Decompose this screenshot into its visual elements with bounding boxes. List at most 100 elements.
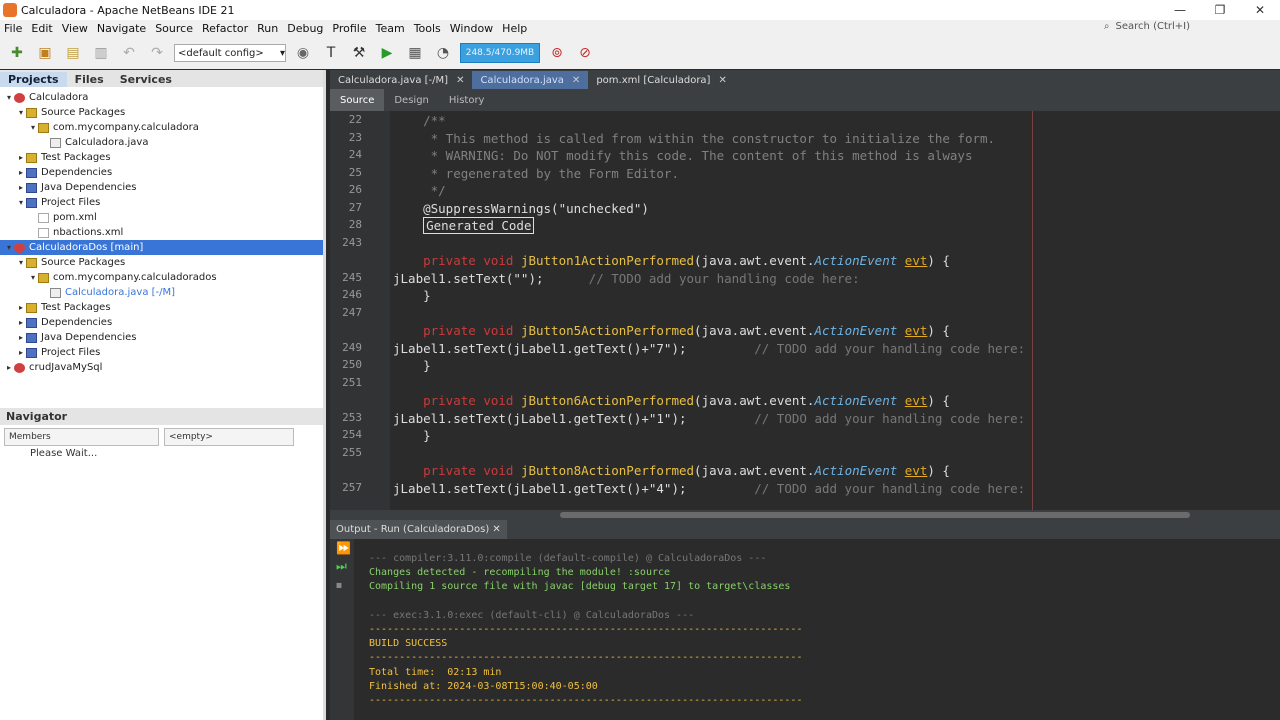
new-project-icon[interactable]: ▣ bbox=[34, 42, 56, 64]
profile-icon[interactable]: ◔ bbox=[432, 42, 454, 64]
code-line[interactable]: private void jButton8ActionPerformed(jav… bbox=[393, 463, 950, 478]
code-line[interactable]: @SuppressWarnings("unchecked") bbox=[393, 201, 649, 216]
menu-edit[interactable]: Edit bbox=[27, 22, 57, 35]
code-line[interactable]: } bbox=[393, 288, 431, 303]
code-line[interactable]: } bbox=[393, 428, 431, 443]
tree-item[interactable]: ▸ Dependencies bbox=[0, 315, 323, 330]
gc-icon[interactable]: ⊚ bbox=[546, 42, 568, 64]
expand-toggle-icon[interactable]: ▾ bbox=[4, 93, 14, 102]
expand-toggle-icon[interactable]: ▸ bbox=[16, 318, 26, 327]
code-line[interactable]: jLabel1.setText(jLabel1.getText()+"4"); … bbox=[393, 481, 1025, 496]
output-panel[interactable]: ⏩ ⏭ ⏹ --- compiler:3.11.0:compile (defau… bbox=[330, 539, 1280, 720]
build-icon[interactable]: T bbox=[320, 42, 342, 64]
menu-profile[interactable]: Profile bbox=[328, 22, 371, 35]
menu-view[interactable]: View bbox=[58, 22, 93, 35]
menu-help[interactable]: Help bbox=[498, 22, 532, 35]
tab-files[interactable]: Files bbox=[67, 72, 112, 87]
tree-item[interactable]: ▸ Java Dependencies bbox=[0, 330, 323, 345]
menu-run[interactable]: Run bbox=[253, 22, 283, 35]
open-project-icon[interactable]: ▤ bbox=[62, 42, 84, 64]
expand-toggle-icon[interactable]: ▸ bbox=[16, 303, 26, 312]
close-tab-icon[interactable]: ✕ bbox=[456, 75, 464, 86]
rerun-icon[interactable]: ⏩ bbox=[330, 539, 354, 557]
code-line[interactable]: Generated Code bbox=[393, 217, 535, 234]
run-icon[interactable]: ▶ bbox=[376, 42, 398, 64]
tree-item[interactable]: ▸ Project Files bbox=[0, 345, 323, 360]
tree-item[interactable]: ▾ Calculadora bbox=[0, 90, 323, 105]
debug-icon[interactable]: ▦ bbox=[404, 42, 426, 64]
design-mode-button[interactable]: Design bbox=[384, 95, 439, 106]
history-mode-button[interactable]: History bbox=[439, 95, 495, 106]
quick-search[interactable]: ⌕ Search (Ctrl+I) bbox=[1104, 21, 1190, 32]
expand-toggle-icon[interactable]: ▾ bbox=[16, 108, 26, 117]
tree-item[interactable]: ▸ crudJavaMySql bbox=[0, 360, 323, 375]
expand-toggle-icon[interactable]: ▾ bbox=[16, 198, 26, 207]
maximize-button[interactable]: ❐ bbox=[1200, 0, 1240, 20]
expand-toggle-icon[interactable]: ▸ bbox=[16, 333, 26, 342]
menu-team[interactable]: Team bbox=[372, 22, 410, 35]
expand-toggle-icon[interactable]: ▾ bbox=[28, 273, 38, 282]
expand-toggle-icon[interactable]: ▸ bbox=[16, 153, 26, 162]
members-select[interactable]: Members bbox=[4, 428, 159, 446]
tree-item[interactable]: ▸ Java Dependencies bbox=[0, 180, 323, 195]
menu-source[interactable]: Source bbox=[151, 22, 198, 35]
tree-item[interactable]: ▾ Source Packages bbox=[0, 105, 323, 120]
tree-item[interactable]: ▸ Test Packages bbox=[0, 150, 323, 165]
output-tab[interactable]: Output - Run (CalculadoraDos) ✕ bbox=[330, 520, 507, 539]
close-window-button[interactable]: ✕ bbox=[1240, 0, 1280, 20]
tree-item[interactable]: nbactions.xml bbox=[0, 225, 323, 240]
clean-build-icon[interactable]: ⚒ bbox=[348, 42, 370, 64]
tree-item[interactable]: ▾ com.mycompany.calculadorados bbox=[0, 270, 323, 285]
close-tab-icon[interactable]: ✕ bbox=[572, 75, 580, 86]
menu-debug[interactable]: Debug bbox=[283, 22, 328, 35]
expand-toggle-icon[interactable]: ▾ bbox=[4, 243, 14, 252]
code-line[interactable]: * regenerated by the Form Editor. bbox=[393, 166, 679, 181]
code-line[interactable]: jLabel1.setText(""); // TODO add your ha… bbox=[393, 271, 860, 286]
rerun-goals-icon[interactable]: ⏭ bbox=[330, 557, 354, 576]
tree-item[interactable]: ▸ Test Packages bbox=[0, 300, 323, 315]
editor-tab[interactable]: Calculadora.java ✕ bbox=[472, 71, 589, 89]
search-input[interactable]: Search (Ctrl+I) bbox=[1116, 21, 1190, 32]
minimize-button[interactable]: — bbox=[1160, 0, 1200, 20]
tree-item[interactable]: ▾ Project Files bbox=[0, 195, 323, 210]
tree-item[interactable]: ▸ Dependencies bbox=[0, 165, 323, 180]
code-line[interactable]: */ bbox=[393, 183, 446, 198]
menu-window[interactable]: Window bbox=[446, 22, 498, 35]
menu-tools[interactable]: Tools bbox=[410, 22, 446, 35]
redo-icon[interactable]: ↷ bbox=[146, 42, 168, 64]
source-mode-button[interactable]: Source bbox=[330, 89, 385, 111]
tab-services[interactable]: Services bbox=[112, 72, 180, 87]
menu-navigate[interactable]: Navigate bbox=[93, 22, 151, 35]
expand-toggle-icon[interactable]: ▸ bbox=[16, 168, 26, 177]
tree-item[interactable]: pom.xml bbox=[0, 210, 323, 225]
code-line[interactable]: } bbox=[393, 358, 431, 373]
tree-item[interactable]: Calculadora.java bbox=[0, 135, 323, 150]
code-line[interactable]: /** bbox=[393, 113, 446, 128]
stop-build-icon[interactable]: ⏹ bbox=[330, 576, 354, 595]
tree-item[interactable]: ▾ com.mycompany.calculadora bbox=[0, 120, 323, 135]
expand-toggle-icon[interactable]: ▾ bbox=[28, 123, 38, 132]
tree-item[interactable]: ▾ CalculadoraDos [main] bbox=[0, 240, 323, 255]
new-file-icon[interactable]: ✚ bbox=[6, 42, 28, 64]
expand-toggle-icon[interactable]: ▸ bbox=[16, 183, 26, 192]
editor-tab[interactable]: Calculadora.java [-/M] ✕ bbox=[330, 71, 472, 89]
expand-toggle-icon[interactable]: ▾ bbox=[16, 258, 26, 267]
stop-icon[interactable]: ⊘ bbox=[574, 42, 596, 64]
code-line[interactable]: jLabel1.setText(jLabel1.getText()+"1"); … bbox=[393, 411, 1025, 426]
memory-indicator[interactable]: 248.5/470.9MB bbox=[460, 43, 540, 63]
code-line[interactable]: * WARNING: Do NOT modify this code. The … bbox=[393, 148, 973, 163]
undo-icon[interactable]: ↶ bbox=[118, 42, 140, 64]
code-editor[interactable]: 22 23 24 25 26 27 28 243 245 246 247 249 250 251 253 25… bbox=[330, 111, 1280, 510]
code-line[interactable]: private void jButton1ActionPerformed(jav… bbox=[393, 253, 950, 268]
tree-item[interactable]: ▾ Source Packages bbox=[0, 255, 323, 270]
code-line[interactable]: jLabel1.setText(jLabel1.getText()+"7"); … bbox=[393, 341, 1025, 356]
menu-file[interactable]: File bbox=[0, 22, 27, 35]
globe-icon[interactable]: ◉ bbox=[292, 42, 314, 64]
expand-toggle-icon[interactable]: ▸ bbox=[4, 363, 14, 372]
editor-tab[interactable]: pom.xml [Calculadora] ✕ bbox=[588, 71, 735, 89]
expand-toggle-icon[interactable]: ▸ bbox=[16, 348, 26, 357]
save-all-icon[interactable]: ▥ bbox=[90, 42, 112, 64]
filter-select[interactable]: <empty> bbox=[164, 428, 294, 446]
config-select[interactable]: <default config> ▾ bbox=[174, 44, 286, 62]
code-line[interactable]: * This method is called from within the … bbox=[393, 131, 995, 146]
